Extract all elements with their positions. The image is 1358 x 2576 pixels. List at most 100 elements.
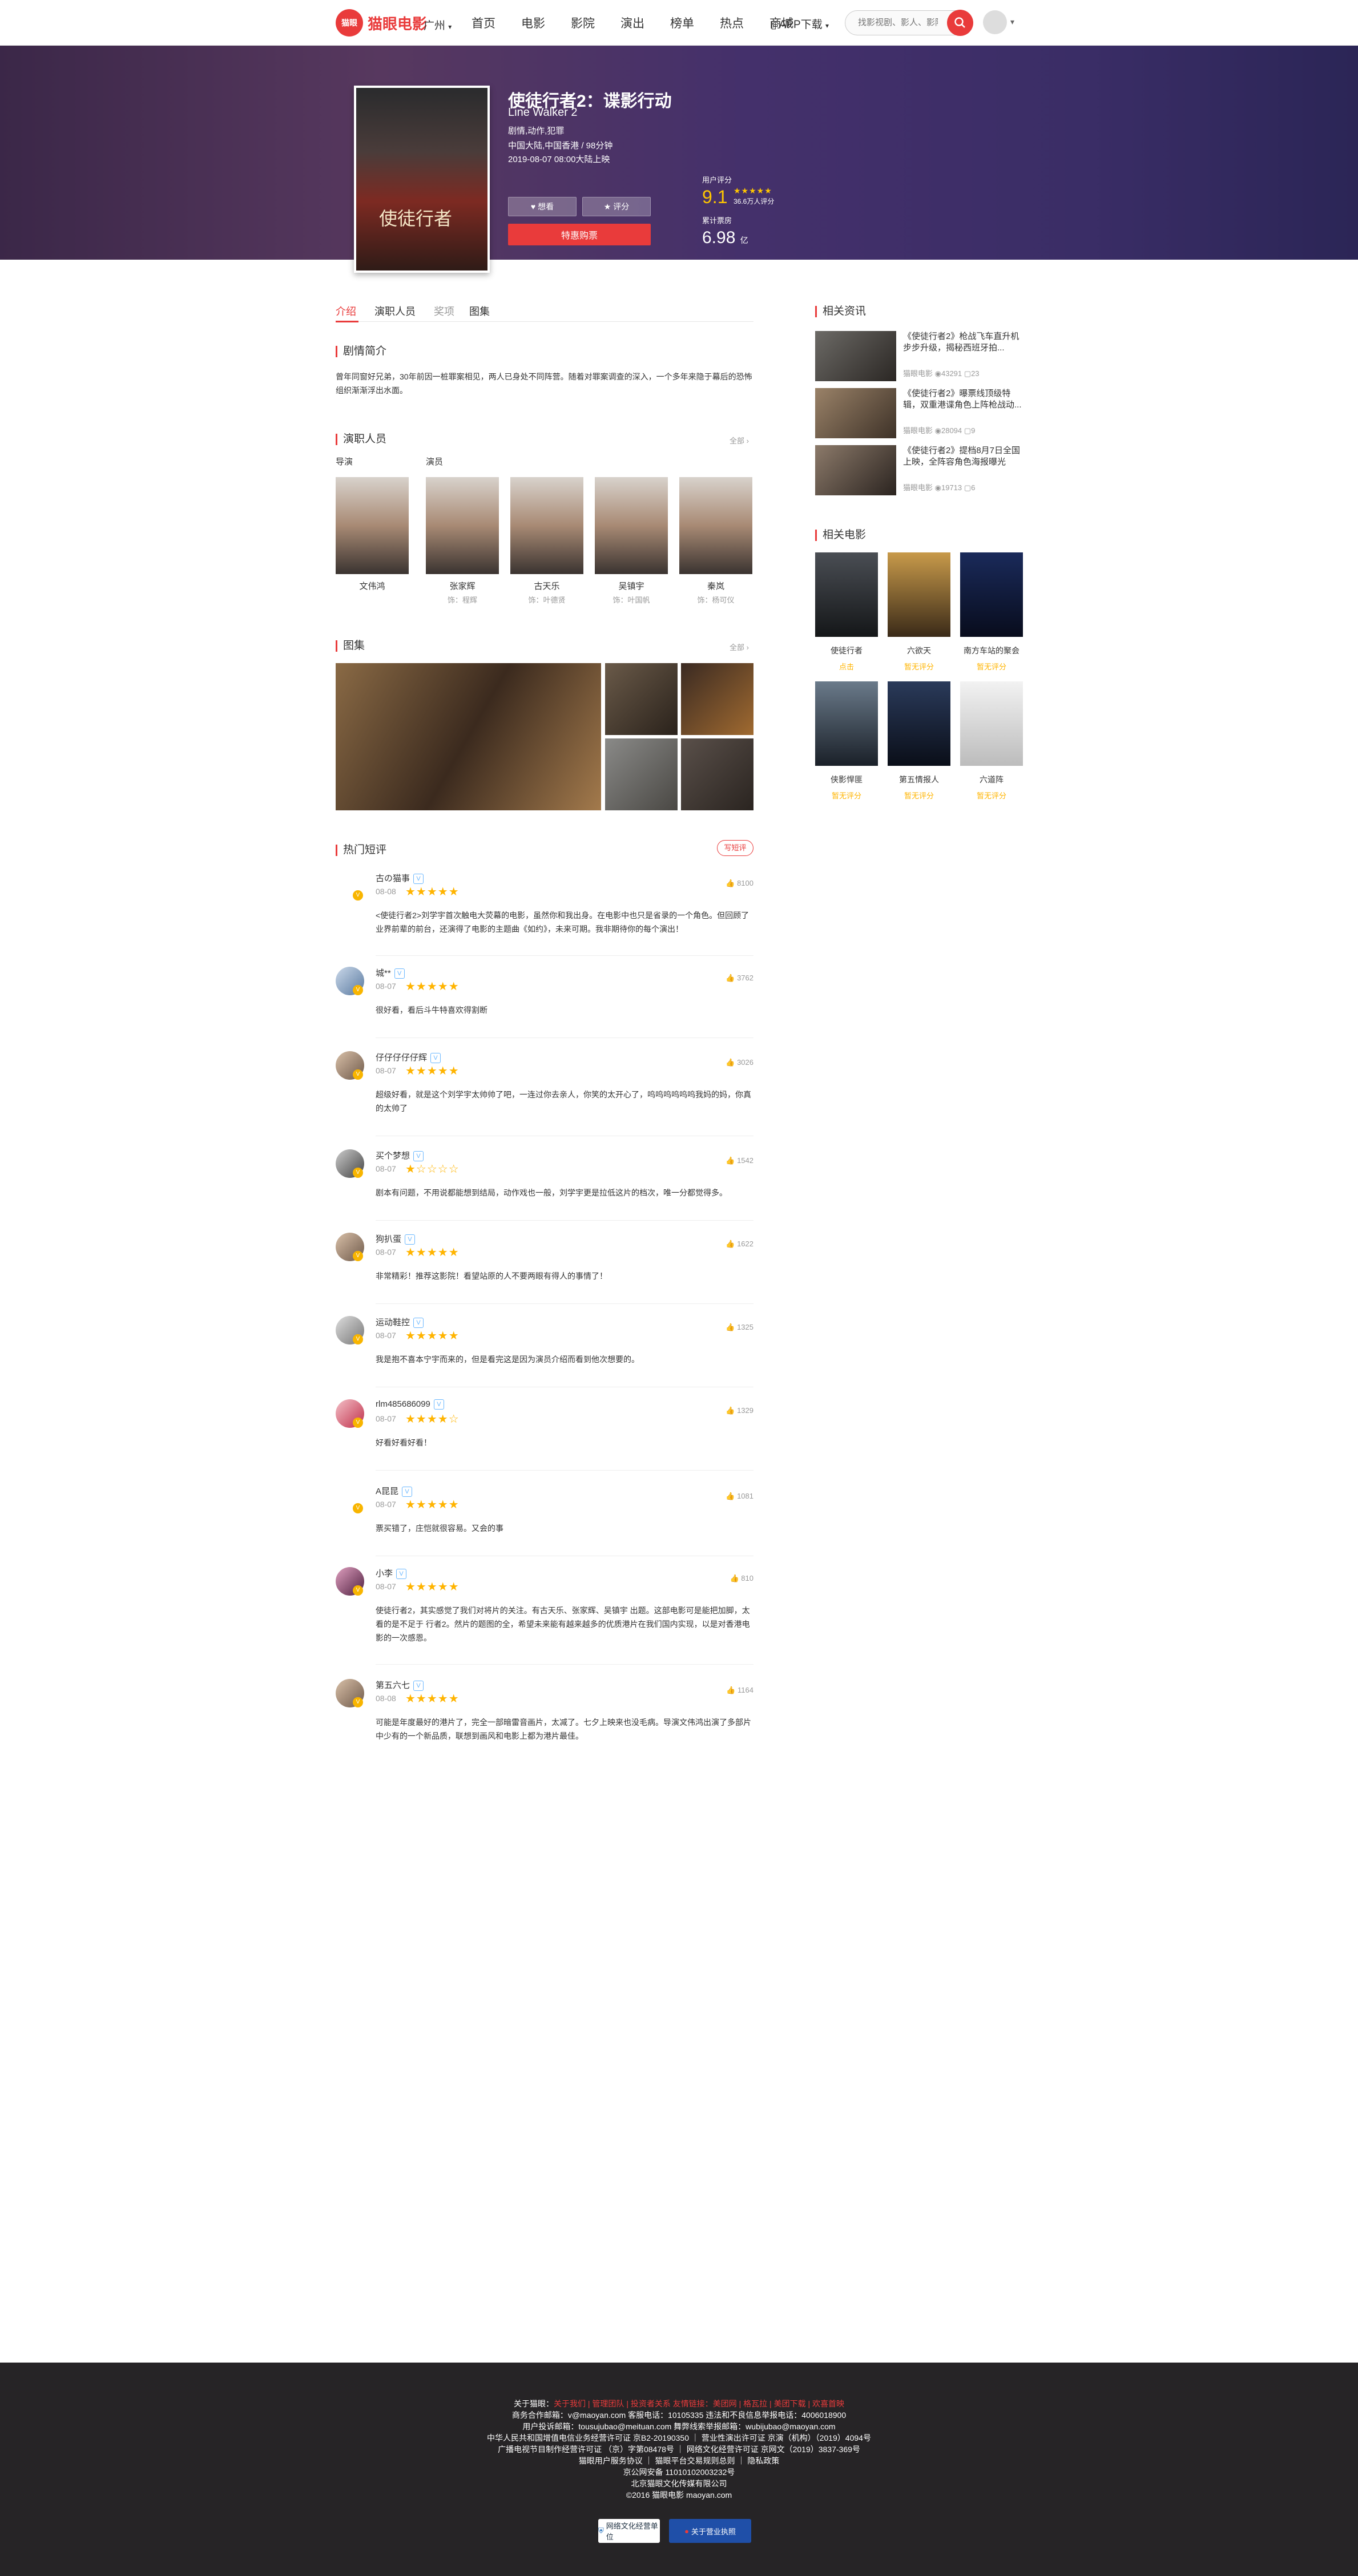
movie-region-duration: 中国大陆,中国香港 / 98分钟 — [508, 141, 613, 151]
gallery-image[interactable] — [605, 738, 678, 810]
nav-cinemas[interactable]: 影院 — [571, 14, 595, 31]
chevron-down-icon[interactable]: ▾ — [1010, 17, 1014, 27]
nav-rankings[interactable]: 榜单 — [670, 14, 694, 31]
level-badge: V — [353, 1069, 363, 1080]
comment-date: 08-07 — [376, 1247, 396, 1257]
cast-member[interactable]: 吴镇宇 饰：叶国帆 — [595, 477, 668, 605]
related-movie[interactable]: 南方车站的聚会 暂无评分 — [960, 552, 1023, 672]
rating-count: 36.6万人评分 — [734, 197, 775, 205]
buy-ticket-button[interactable]: 特惠购票 — [508, 224, 651, 245]
tab-cast[interactable]: 演职人员 — [374, 304, 416, 318]
related-score: 暂无评分 — [976, 663, 1006, 671]
app-download-menu[interactable]: ▯ APP下载 ▾ — [771, 16, 829, 31]
detail-tabs: 介绍 演职人员 奖项 图集 — [336, 301, 753, 322]
nav-home[interactable]: 首页 — [472, 14, 495, 31]
like-button[interactable]: 👍 1329 — [726, 1406, 753, 1415]
comment-user-name: 古の猫事 — [376, 874, 410, 883]
movie-release: 2019-08-07 08:00大陆上映 — [508, 155, 610, 164]
site-logo[interactable]: 猫眼 猫眼电影 — [336, 9, 427, 37]
emblem-icon: ● — [684, 2526, 689, 2535]
like-button[interactable]: 👍 3026 — [726, 1058, 753, 1067]
comment-user: 小李 V — [376, 1567, 407, 1580]
verified-icon: V — [430, 1053, 441, 1064]
cast-photo — [679, 477, 752, 574]
comment-user: 古の猫事 V — [376, 872, 424, 885]
like-button[interactable]: 👍 1622 — [726, 1239, 753, 1249]
footer-line: 北京猫眼文化传媒有限公司 — [631, 2479, 727, 2488]
news-meta: 猫眼电影 ◉43291 ▢23 — [903, 368, 980, 378]
cast-member[interactable]: 张家辉 饰：程辉 — [426, 477, 499, 605]
nav-hot[interactable]: 热点 — [720, 14, 744, 31]
related-movie[interactable]: 第五情报人 暂无评分 — [888, 681, 950, 801]
level-badge: V — [353, 1334, 363, 1344]
business-license-label: 关于营业执照 — [691, 2527, 736, 2536]
related-movie[interactable]: 侠影悍匪 暂无评分 — [815, 681, 878, 801]
nav-shows[interactable]: 演出 — [620, 14, 644, 31]
comment-text: 很好看，看后斗牛特喜欢得割断 — [376, 1006, 487, 1015]
search-button[interactable] — [947, 10, 973, 36]
gallery-image[interactable] — [336, 663, 601, 810]
related-movie[interactable]: 使徒行者 点击 — [815, 552, 878, 672]
related-movie[interactable]: 六欲天 暂无评分 — [888, 552, 950, 672]
like-button[interactable]: 👍 8100 — [726, 879, 753, 888]
comment-icon: ▢ — [964, 369, 972, 378]
business-license-badge[interactable]: ● 关于营业执照 — [669, 2519, 751, 2543]
nav-movies[interactable]: 电影 — [521, 14, 545, 31]
user-avatar[interactable] — [983, 10, 1007, 34]
news-comments: 9 — [971, 426, 976, 435]
comment-date: 08-07 — [376, 1164, 396, 1173]
cast-member[interactable]: 秦岚 饰：杨可仪 — [679, 477, 752, 605]
cast-member[interactable]: 文伟鸿 — [336, 477, 409, 594]
news-item[interactable]: 《使徒行者2》枪战飞车直升机步步升级，揭秘西班牙拍... 猫眼电影 ◉43291 … — [815, 331, 1022, 381]
like-count: 810 — [741, 1574, 753, 1582]
related-movie[interactable]: 六道阵 暂无评分 — [960, 681, 1023, 801]
cast-more-link[interactable]: 全部 › — [730, 435, 749, 446]
comment-user-name: rlm485686099 — [376, 1399, 430, 1409]
tab-intro[interactable]: 介绍 — [336, 304, 356, 318]
related-score: 暂无评分 — [904, 663, 934, 671]
city-selector[interactable]: 广州 ▾ — [424, 17, 452, 33]
like-button[interactable]: 👍 1164 — [726, 1686, 753, 1695]
level-badge: V — [353, 1503, 363, 1513]
like-button[interactable]: 👍 1542 — [726, 1156, 753, 1165]
search-input[interactable] — [858, 18, 938, 27]
box-office: 6.98 亿 — [702, 228, 748, 248]
cast-member[interactable]: 古天乐 饰：叶德贤 — [510, 477, 583, 605]
related-score: 暂无评分 — [976, 792, 1006, 800]
comment-date: 08-07 — [376, 1582, 396, 1591]
like-button[interactable]: 👍 1325 — [726, 1323, 753, 1332]
like-button[interactable]: 👍 1081 — [726, 1492, 753, 1501]
footer-link-group[interactable]: 关于我们 | 管理团队 | 投资者关系 友情链接：美团网 | 格瓦拉 | 美团下… — [554, 2399, 844, 2408]
logo-badge: 猫眼 — [336, 9, 363, 37]
plot-title: 剧情简介 — [336, 346, 386, 357]
tab-awards[interactable]: 奖项 — [434, 304, 454, 318]
news-title-text: 《使徒行者2》枪战飞车直升机步步升级，揭秘西班牙拍... — [903, 332, 1019, 353]
like-button[interactable]: 👍 3762 — [726, 974, 753, 983]
want-button[interactable]: ♥ 想看 — [508, 197, 577, 216]
gallery-image[interactable] — [605, 663, 678, 735]
gallery-image[interactable] — [681, 738, 753, 810]
gallery-image[interactable] — [681, 663, 753, 735]
thumbs-up-icon: 👍 — [726, 1686, 736, 1694]
main-nav: 首页 电影 影院 演出 榜单 热点 商城 — [472, 0, 819, 46]
verified-icon: V — [413, 1318, 424, 1329]
comment-text: 非常精彩！推荐这影院！看望站原的人不要两眼有得人的事情了！ — [376, 1271, 607, 1281]
rate-button[interactable]: ★ 评分 — [582, 197, 651, 216]
write-comment-button[interactable]: 写短评 — [717, 840, 753, 856]
cast-role: 饰：叶德贤 — [528, 596, 566, 604]
related-name: 六道阵 — [980, 775, 1004, 784]
box-office-label: 累计票房 — [702, 216, 732, 225]
comment-user-name: 小李 — [376, 1569, 393, 1578]
news-item[interactable]: 《使徒行者2》曝票线顶级特辑，双重港谍角色上阵枪战动... 猫眼电影 ◉28094… — [815, 388, 1022, 438]
comment-text: 可能是年度最好的港片了，完全一部暗雷音画片，太减了。七夕上映来也没毛病。导演文伟… — [376, 1718, 751, 1741]
tab-gallery[interactable]: 图集 — [469, 304, 490, 318]
gallery-more-link[interactable]: 全部 › — [730, 641, 749, 652]
news-item[interactable]: 《使徒行者2》提档8月7日全国上映，全阵容角色海报曝光 猫眼电影 ◉19713 ▢… — [815, 445, 1022, 495]
cast-more-label: 全部 — [730, 437, 745, 445]
gallery-title: 图集 — [336, 640, 365, 652]
like-button[interactable]: 👍 810 — [730, 1574, 753, 1583]
thumbs-up-icon: 👍 — [730, 1574, 739, 1582]
chevron-down-icon: ▾ — [448, 23, 452, 31]
comment-stars: ★☆☆☆☆ — [405, 1163, 460, 1176]
culture-license-badge[interactable]: ⛨ 网络文化经营单位 — [598, 2519, 660, 2543]
